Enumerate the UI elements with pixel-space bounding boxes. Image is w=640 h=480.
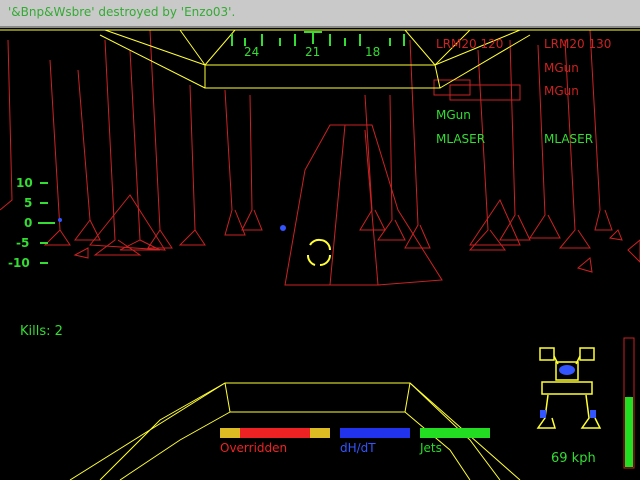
- overridden-label: Overridden: [220, 441, 288, 455]
- dhdt-bar: [340, 428, 410, 438]
- throttle-fill: [625, 397, 633, 467]
- compass-tick-label: 24: [244, 45, 260, 59]
- pitch-ladder-lines: [38, 182, 55, 264]
- enemy-blip: [280, 225, 286, 231]
- message-text: '&Bnp&Wsbre' destroyed by 'Enzo03'.: [8, 5, 236, 19]
- weapon-name: MLASER: [544, 132, 594, 146]
- pitch-label: -10: [8, 256, 30, 270]
- pitch-label: 0: [24, 216, 33, 230]
- compass-tick-label: 21: [305, 45, 321, 59]
- pitch-label: -5: [16, 236, 30, 250]
- weapon-name: MGun: [544, 84, 579, 98]
- weapon-group-title: LRM20 130: [544, 37, 612, 51]
- pitch-label: 5: [24, 196, 33, 210]
- weapon-name: MGun: [544, 61, 579, 75]
- game-viewport[interactable]: '&Bnp&Wsbre' destroyed by 'Enzo03'. 24 2…: [0, 0, 640, 480]
- dhdt-label: dH/dT: [340, 441, 376, 455]
- weapon-group-title: LRM20 120: [436, 37, 504, 51]
- jets-label: Jets: [420, 441, 442, 455]
- jets-bar: [420, 428, 490, 438]
- message-bar: '&Bnp&Wsbre' destroyed by 'Enzo03'.: [0, 0, 640, 28]
- kills-counter: Kills: 2: [20, 324, 63, 339]
- compass-strip: [231, 31, 405, 46]
- targeting-reticle: [307, 238, 331, 266]
- weapon-name: MLASER: [436, 132, 486, 146]
- weapon-name: MGun: [436, 108, 471, 122]
- compass-tick-label: 18: [365, 45, 381, 59]
- speed-readout: 69 kph: [551, 451, 596, 466]
- pitch-label: 10: [16, 176, 33, 190]
